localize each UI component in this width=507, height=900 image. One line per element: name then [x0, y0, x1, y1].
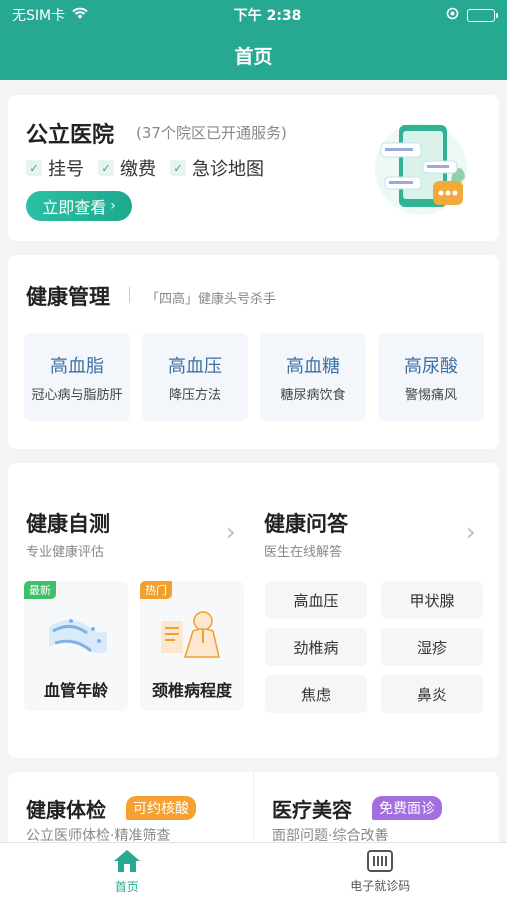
service-label: 挂号 — [48, 159, 84, 180]
carrier-label: 无SIM卡 — [12, 8, 66, 24]
checkup-beauty-row: 健康体检 可约核酸 公立医师体检·精准筛查 医疗美容 免费面诊 面部问题·综合改… — [8, 772, 499, 842]
mgmt-item-desc: 冠心病与脂肪肝 — [31, 387, 123, 403]
mgmt-item-name: 高血糖 — [286, 355, 340, 377]
beauty-card[interactable]: 医疗美容 免费面诊 面部问题·综合改善 — [254, 772, 499, 842]
check-icon: ✓ — [170, 160, 186, 176]
qa-tag-hypertension[interactable]: 高血压 — [265, 581, 367, 619]
self-test-subtitle: 专业健康评估 — [26, 545, 105, 560]
self-test-title[interactable]: 健康自测 — [26, 508, 110, 538]
mgmt-item-desc: 降压方法 — [168, 387, 221, 403]
self-test-chevron-icon[interactable]: › — [226, 518, 236, 546]
lock-rotation-icon — [446, 7, 459, 24]
mgmt-item-desc: 警惕痛风 — [404, 387, 457, 403]
health-mgmt-title: 健康管理 — [26, 285, 110, 309]
chevron-right-icon: › — [110, 198, 116, 214]
service-label: 急诊地图 — [192, 159, 264, 180]
hospital-services: ✓ 挂号 ✓ 缴费 ✓ 急诊地图 — [26, 155, 264, 181]
tile-label: 血管年龄 — [43, 681, 108, 700]
test-tile-cervical[interactable]: 热门 颈椎病程度 — [140, 581, 244, 711]
health-mgmt-subtitle: 「四高」健康头号杀手 — [146, 292, 277, 307]
hospital-subtitle: (37个院区已开通服务) — [136, 124, 287, 142]
nav-bar: 首页 — [0, 30, 507, 80]
wifi-icon — [71, 6, 89, 24]
status-time: 下午 2:38 — [233, 8, 302, 24]
checkup-card[interactable]: 健康体检 可约核酸 公立医师体检·精准筛查 — [8, 772, 253, 842]
health-management-card: 健康管理 「四高」健康头号杀手 高血脂 冠心病与脂肪肝 高血压 降压方法 高血糖… — [8, 255, 499, 449]
service-payment: ✓ 缴费 — [98, 155, 156, 181]
health-mgmt-items: 高血脂 冠心病与脂肪肝 高血压 降压方法 高血糖 糖尿病饮食 高尿酸 警惕痛风 — [24, 333, 484, 421]
barcode-icon — [367, 850, 394, 872]
tab-label: 首页 — [114, 880, 139, 894]
page-title: 首页 — [234, 45, 273, 68]
mgmt-item-name: 高血脂 — [50, 355, 104, 377]
tab-bar: 首页 电子就诊码 — [0, 842, 507, 900]
qa-title[interactable]: 健康问答 — [264, 508, 348, 538]
neck-spine-icon — [161, 611, 220, 658]
checkup-title: 健康体检 — [26, 798, 106, 822]
view-now-button[interactable]: 立即查看 › — [26, 191, 132, 221]
mgmt-item-desc: 糖尿病饮食 — [280, 387, 346, 403]
tab-e-visit-code[interactable]: 电子就诊码 — [254, 843, 507, 900]
tab-label: 电子就诊码 — [350, 879, 411, 893]
qa-tag-eczema[interactable]: 湿疹 — [381, 628, 483, 666]
hospital-title: 公立医院 — [26, 123, 115, 148]
service-register: ✓ 挂号 — [26, 155, 84, 181]
phone-chat-illustration — [375, 123, 467, 215]
mgmt-item-name: 高尿酸 — [404, 355, 458, 377]
mgmt-item-hypertension[interactable]: 高血压 降压方法 — [142, 333, 248, 421]
check-icon: ✓ — [98, 160, 114, 176]
beauty-subtitle: 面部问题·综合改善 — [272, 828, 389, 842]
qa-tag-cervical[interactable]: 劲椎病 — [265, 628, 367, 666]
tag-new: 最新 — [24, 581, 56, 599]
mgmt-item-hyperuricemia[interactable]: 高尿酸 警惕痛风 — [378, 333, 484, 421]
service-emergency-map: ✓ 急诊地图 — [170, 155, 264, 181]
qa-subtitle: 医生在线解答 — [264, 545, 343, 560]
service-label: 缴费 — [120, 159, 156, 180]
view-now-label: 立即查看 — [42, 198, 107, 217]
mgmt-item-name: 高血压 — [168, 355, 222, 377]
status-bar: 无SIM卡 下午 2:38 — [0, 0, 507, 30]
checkup-subtitle: 公立医师体检·精准筛查 — [26, 828, 171, 842]
home-icon — [113, 850, 140, 872]
mgmt-item-hyperglycemia[interactable]: 高血糖 糖尿病饮食 — [260, 333, 366, 421]
mgmt-item-hyperlipidemia[interactable]: 高血脂 冠心病与脂肪肝 — [24, 333, 130, 421]
tab-home[interactable]: 首页 — [0, 843, 254, 900]
self-test-qa-card: 健康自测 专业健康评估 › 健康问答 医生在线解答 › 最新 血管年龄 热门 颈… — [8, 463, 499, 758]
tile-label: 颈椎病程度 — [151, 681, 232, 700]
blood-vessel-icon — [49, 619, 107, 654]
tag-hot: 热门 — [140, 581, 172, 599]
public-hospital-card[interactable]: 公立医院 (37个院区已开通服务) ✓ 挂号 ✓ 缴费 ✓ 急诊地图 立即查看 … — [8, 95, 499, 241]
beauty-badge: 免费面诊 — [372, 796, 442, 820]
test-tile-vascular-age[interactable]: 最新 血管年龄 — [24, 581, 128, 711]
divider — [129, 287, 130, 303]
qa-tag-thyroid[interactable]: 甲状腺 — [381, 581, 483, 619]
qa-tag-rhinitis[interactable]: 鼻炎 — [381, 675, 483, 713]
battery-icon — [467, 8, 498, 22]
check-icon: ✓ — [26, 160, 42, 176]
qa-tag-anxiety[interactable]: 焦虑 — [265, 675, 367, 713]
qa-chevron-icon[interactable]: › — [466, 518, 476, 546]
checkup-badge: 可约核酸 — [126, 796, 196, 820]
beauty-title: 医疗美容 — [272, 798, 352, 822]
